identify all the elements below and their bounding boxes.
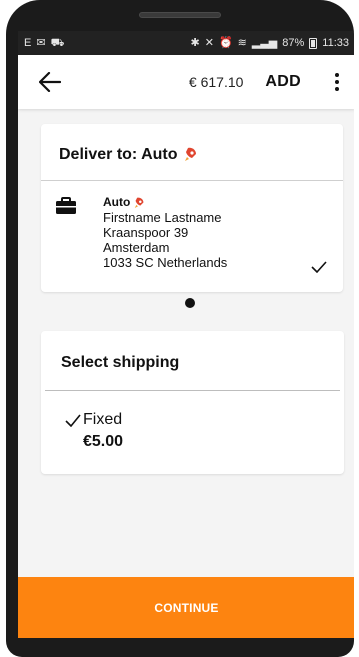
cart-total: € 617.10: [188, 74, 244, 90]
app-bar: € 617.10 ADD: [18, 55, 354, 109]
delivery-icon: ⛟: [50, 36, 65, 49]
mail-icon: ✉: [36, 36, 46, 49]
shipping-option-name: Fixed: [83, 411, 123, 428]
address-line-1: Firstname Lastname: [103, 210, 222, 225]
shipping-option-price: €5.00: [83, 433, 124, 450]
shipping-option[interactable]: Fixed €5.00: [41, 391, 344, 451]
bluetooth-icon: ✱: [190, 36, 200, 49]
back-button[interactable]: [30, 62, 70, 102]
phone-frame: E ✉ ⛟ ✱ ✕ ⏰ ≋ ▂▃▅ 87% 11:33 € 617.10 ADD…: [6, 0, 354, 657]
status-left-icons: E ✉ ⛟: [24, 36, 65, 49]
alarm-icon: ⏰: [218, 36, 233, 49]
shipping-title: Select shipping: [61, 354, 180, 371]
address-name: Auto: [103, 195, 131, 209]
deliver-title: Deliver to: Auto: [59, 146, 178, 163]
shipping-title-row: Select shipping: [41, 331, 344, 390]
rocket-icon: [184, 147, 196, 161]
speaker-grille: [139, 12, 221, 18]
address-line-4: 1033 SC Netherlands: [103, 255, 228, 270]
battery-icon: [309, 37, 318, 49]
add-button[interactable]: ADD: [265, 73, 301, 91]
briefcase-icon: [56, 197, 76, 214]
signal-icon: ▂▃▅: [251, 36, 278, 49]
wifi-icon: ≋: [237, 36, 247, 49]
deliver-title-row: Deliver to: Auto: [41, 124, 343, 180]
mute-icon: ✕: [204, 36, 214, 49]
checkmark-icon: [311, 261, 327, 273]
status-bar: E ✉ ⛟ ✱ ✕ ⏰ ≋ ▂▃▅ 87% 11:33: [18, 31, 354, 55]
more-vert-icon[interactable]: [327, 67, 347, 97]
address-name-row: Auto: [103, 195, 227, 210]
checkmark-icon: [65, 413, 81, 427]
address-item[interactable]: Auto Firstname Lastname Kraanspoor 39 Am…: [41, 181, 343, 273]
clock: 11:33: [322, 37, 349, 49]
continue-button[interactable]: CONTINUE: [18, 577, 354, 638]
notification-e-icon: E: [24, 36, 32, 49]
status-right-icons: ✱ ✕ ⏰ ≋ ▂▃▅ 87% 11:33: [191, 37, 350, 49]
rocket-icon: [135, 197, 144, 208]
back-arrow-icon: [39, 72, 61, 92]
shipping-card: Select shipping Fixed €5.00: [41, 331, 344, 474]
shipping-option-name-row: Fixed: [65, 411, 344, 429]
address-line-2: Kraanspoor 39: [103, 225, 189, 240]
deliver-card[interactable]: Deliver to: Auto Auto Firstname Lastname…: [41, 124, 343, 292]
address-line-3: Amsterdam: [103, 240, 170, 255]
page-indicator-dot: [185, 298, 195, 308]
app-screen: E ✉ ⛟ ✱ ✕ ⏰ ≋ ▂▃▅ 87% 11:33 € 617.10 ADD…: [18, 31, 354, 638]
address-lines: Auto Firstname Lastname Kraanspoor 39 Am…: [103, 195, 227, 270]
battery-percent: 87%: [282, 37, 305, 49]
